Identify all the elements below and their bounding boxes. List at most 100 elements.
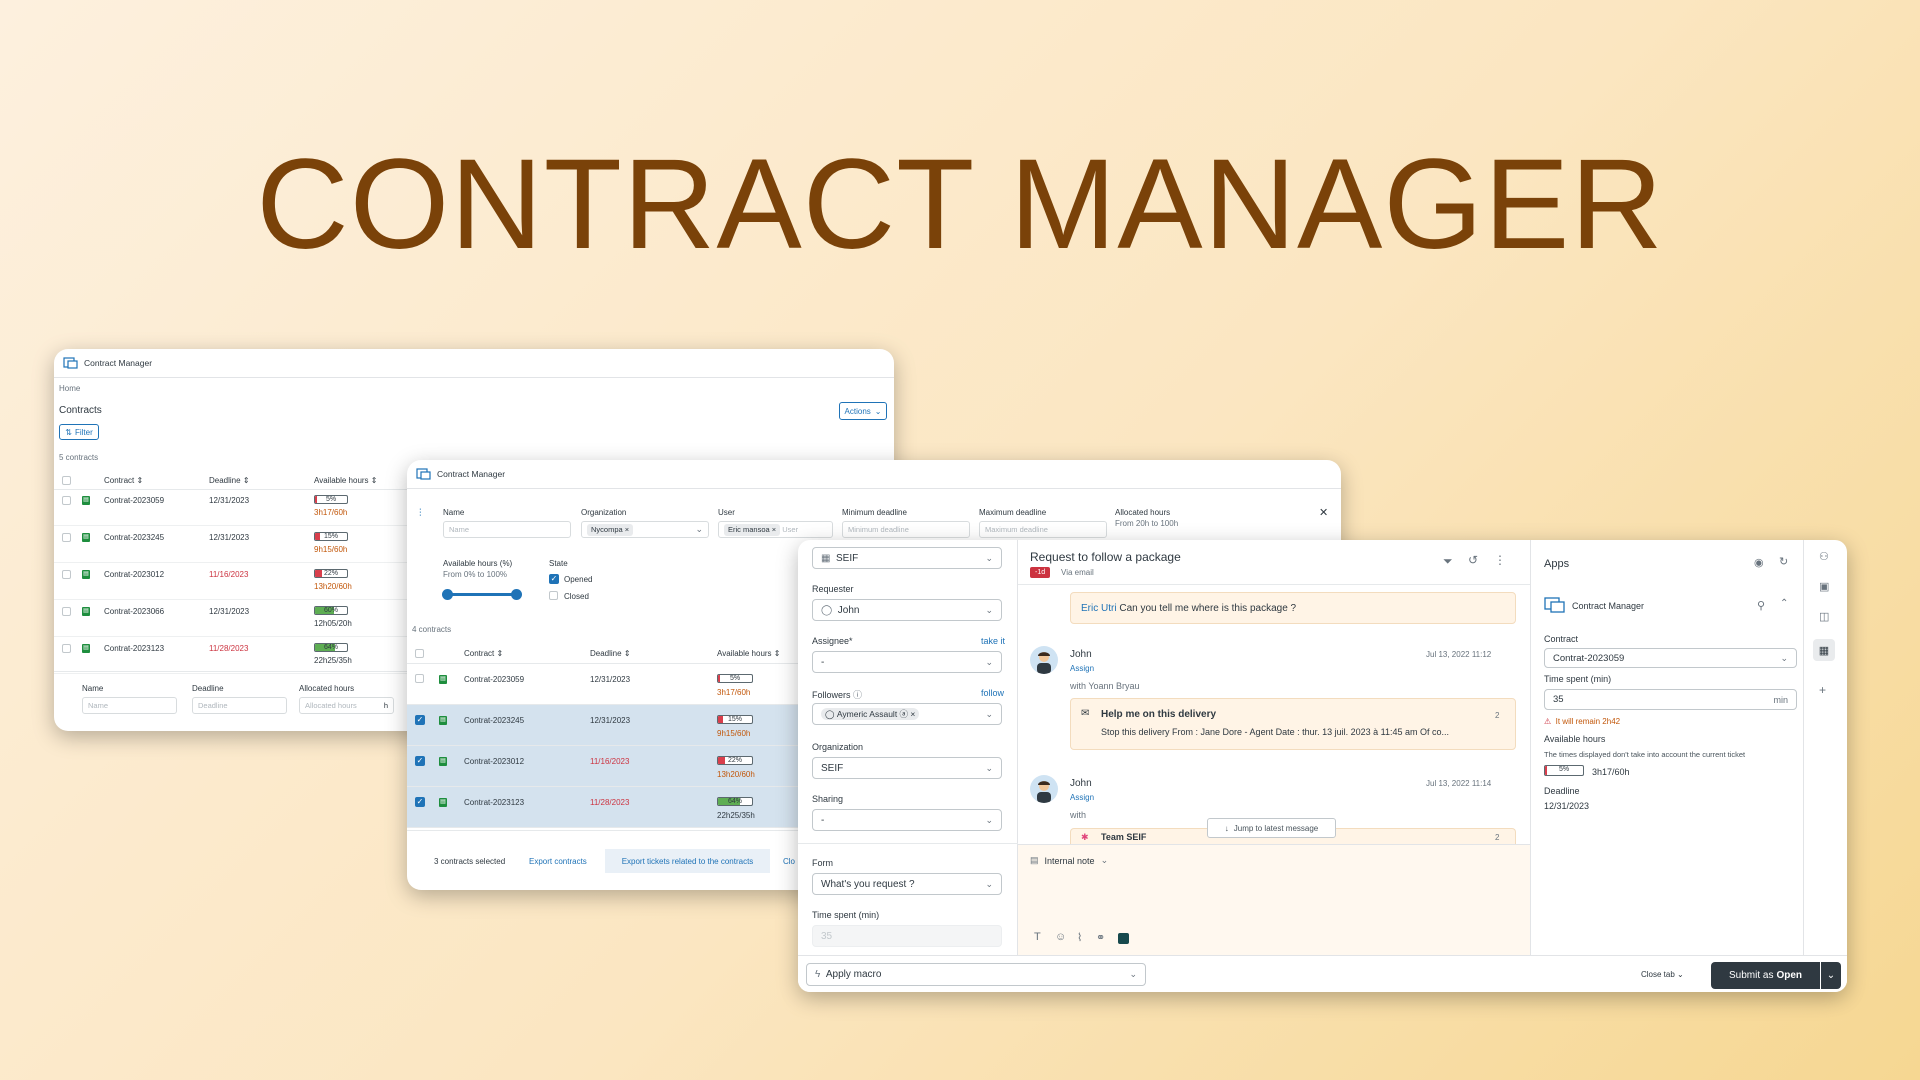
slack-icon: ✱ xyxy=(1081,832,1089,842)
brand-select[interactable]: ▦ SEIF ⌄ xyxy=(812,547,1002,569)
follow-link[interactable]: follow xyxy=(981,688,1004,698)
contract-name[interactable]: Contrat-2023123 xyxy=(104,644,164,653)
name-filter-input[interactable]: Name xyxy=(443,521,571,538)
row-checkbox[interactable] xyxy=(62,607,71,616)
hours-bar: 15% xyxy=(717,715,753,724)
row-checkbox[interactable]: ✓ xyxy=(415,756,425,766)
app-shortcut-icon[interactable] xyxy=(1118,933,1129,944)
submit-button[interactable]: Submit as Open xyxy=(1711,962,1820,989)
more-options-icon[interactable]: ⋮ xyxy=(1494,553,1506,567)
contract-name[interactable]: Contrat-2023245 xyxy=(464,716,524,725)
select-all-checkbox[interactable] xyxy=(62,476,71,485)
attachment-icon[interactable]: ⌇ xyxy=(1077,931,1082,944)
jump-to-latest-button[interactable]: ↓ Jump to latest message xyxy=(1207,818,1336,838)
time-spent-input[interactable]: 35 min xyxy=(1544,689,1797,710)
assignee-select[interactable]: - ⌄ xyxy=(812,651,1002,673)
contract-name[interactable]: Contrat-2023066 xyxy=(104,607,164,616)
slider-min-handle[interactable] xyxy=(442,589,453,600)
take-it-link[interactable]: take it xyxy=(981,636,1005,646)
user-tag[interactable]: Eric mansoa × xyxy=(724,523,781,536)
requester-select[interactable]: ◯ John ⌄ xyxy=(812,599,1002,621)
first-message-author[interactable]: Eric Utri xyxy=(1081,603,1117,614)
message-card[interactable]: ✉ Help me on this delivery Stop this del… xyxy=(1070,698,1516,750)
time-spent-input[interactable]: 35 xyxy=(812,925,1002,947)
apps-grid-icon[interactable]: ▦ xyxy=(1813,639,1835,661)
contract-name[interactable]: Contrat-2023012 xyxy=(104,570,164,579)
contract-select[interactable]: Contrat-2023059 ⌄ xyxy=(1544,648,1797,668)
export-contracts-button[interactable]: Export contracts xyxy=(529,857,587,866)
select-all-checkbox[interactable] xyxy=(415,649,424,658)
close-tab-button[interactable]: Close tab ⌄ xyxy=(1641,970,1684,979)
footer-name-input[interactable]: Name xyxy=(82,697,177,714)
user-icon[interactable]: ⚇ xyxy=(1819,550,1829,563)
state-opened-checkbox[interactable]: ✓ xyxy=(549,574,559,584)
row-checkbox[interactable]: ✓ xyxy=(415,715,425,725)
emoji-icon[interactable]: ☺ xyxy=(1055,931,1066,943)
sharing-select[interactable]: - ⌄ xyxy=(812,809,1002,831)
max-deadline-input[interactable]: Maximum deadline xyxy=(979,521,1107,538)
org-filter-select[interactable]: Nycompa × ⌄ xyxy=(581,521,709,538)
submit-options-icon[interactable]: ⌄ xyxy=(1821,962,1841,989)
min-deadline-input[interactable]: Minimum deadline xyxy=(842,521,970,538)
hours-value: 3h17/60h xyxy=(314,508,348,517)
filter-icon[interactable]: ⏷ xyxy=(1443,554,1453,569)
assign-link[interactable]: Assign xyxy=(1070,664,1094,673)
filter-button[interactable]: ⇅ Filter xyxy=(59,424,99,440)
sort-icon: ⇕ xyxy=(773,649,781,658)
chat-icon[interactable]: ◫ xyxy=(1819,610,1829,623)
slider-max-handle[interactable] xyxy=(511,589,522,600)
col-contract[interactable]: Contract ⇕ xyxy=(104,476,143,485)
assign-link[interactable]: Assign xyxy=(1070,793,1094,802)
export-tickets-button[interactable]: Export tickets related to the contracts xyxy=(605,849,770,873)
close-button[interactable]: Clo xyxy=(783,857,795,866)
filter-settings-icon[interactable]: ⫶ xyxy=(419,508,422,519)
book-icon[interactable]: ▣ xyxy=(1819,580,1829,593)
organization-select[interactable]: SEIF ⌄ xyxy=(812,757,1002,779)
chevron-down-icon: ⌄ xyxy=(1677,970,1684,979)
state-label: State xyxy=(549,559,568,568)
apply-macro-select[interactable]: ϟ Apply macro ⌄ xyxy=(806,963,1146,986)
row-checkbox[interactable]: ✓ xyxy=(415,797,425,807)
pin-icon[interactable]: ⚲ xyxy=(1757,599,1765,612)
history-icon[interactable]: ↺ xyxy=(1468,553,1478,567)
follower-tag[interactable]: ◯ Aymeric Assault ⓐ × xyxy=(821,708,920,720)
col-deadline[interactable]: Deadline ⇕ xyxy=(590,649,631,658)
contract-name[interactable]: Contrat-2023059 xyxy=(464,675,524,684)
row-checkbox[interactable] xyxy=(62,496,71,505)
actions-button[interactable]: Actions ⌄ xyxy=(839,402,887,420)
col-available-hours[interactable]: Available hours ⇕ xyxy=(717,649,781,658)
row-checkbox[interactable] xyxy=(415,674,424,683)
eye-icon[interactable]: ◉ xyxy=(1754,556,1764,569)
row-checkbox[interactable] xyxy=(62,533,71,542)
remove-tag-icon[interactable]: × xyxy=(625,525,629,534)
org-tag[interactable]: Nycompa × xyxy=(587,523,634,536)
contract-name[interactable]: Contrat-2023059 xyxy=(104,496,164,505)
contract-name[interactable]: Contrat-2023123 xyxy=(464,798,524,807)
col-deadline[interactable]: Deadline ⇕ xyxy=(209,476,250,485)
row-checkbox[interactable] xyxy=(62,570,71,579)
row-checkbox[interactable] xyxy=(62,644,71,653)
contract-name[interactable]: Contrat-2023245 xyxy=(104,533,164,542)
link-icon[interactable]: ⚭ xyxy=(1096,931,1105,944)
add-icon[interactable]: + xyxy=(1819,683,1826,697)
remove-tag-icon[interactable]: × xyxy=(772,525,776,534)
footer-allocated-input[interactable]: Allocated hours h xyxy=(299,697,394,714)
breadcrumb[interactable]: Home xyxy=(59,384,80,393)
close-filters-icon[interactable]: ✕ xyxy=(1319,506,1328,519)
text-format-icon[interactable]: T xyxy=(1034,931,1041,943)
composer[interactable]: ▤ Internal note ⌄ T ☺ ⌇ ⚭ xyxy=(1018,844,1530,955)
collapse-icon[interactable]: ⌃ xyxy=(1780,598,1788,609)
contract-icon: ▤ xyxy=(82,496,90,505)
col-available-hours[interactable]: Available hours ⇕ xyxy=(314,476,378,485)
user-filter-select[interactable]: Eric mansoa × User xyxy=(718,521,833,538)
state-closed-checkbox[interactable] xyxy=(549,591,558,600)
available-hours-slider-track[interactable] xyxy=(447,593,517,596)
contract-name[interactable]: Contrat-2023012 xyxy=(464,757,524,766)
followers-select[interactable]: ◯ Aymeric Assault ⓐ × ⌄ xyxy=(812,703,1002,725)
internal-note-toggle[interactable]: ▤ Internal note ⌄ xyxy=(1030,855,1108,866)
form-select[interactable]: What's you request ? ⌄ xyxy=(812,873,1002,895)
hours-bar: 22% xyxy=(717,756,753,765)
col-contract[interactable]: Contract ⇕ xyxy=(464,649,503,658)
refresh-icon[interactable]: ↻ xyxy=(1779,555,1788,568)
footer-deadline-input[interactable]: Deadline xyxy=(192,697,287,714)
